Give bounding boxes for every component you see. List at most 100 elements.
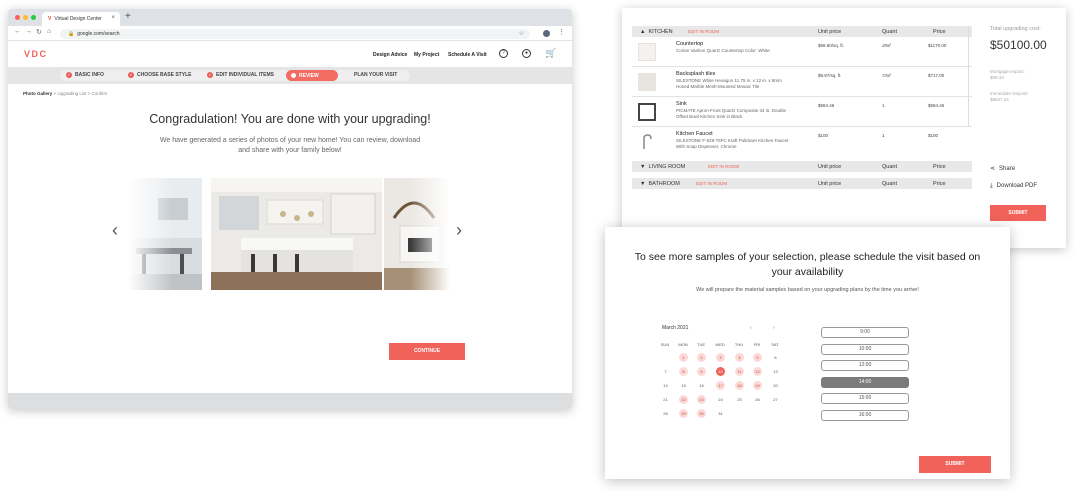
new-tab-button[interactable]: + bbox=[125, 12, 131, 22]
bookmark-star-icon[interactable]: ☆ bbox=[519, 30, 524, 37]
calendar-next-icon[interactable]: › bbox=[773, 325, 775, 331]
weekday-label: SUN bbox=[660, 342, 670, 347]
calendar-day[interactable]: 24 bbox=[716, 395, 725, 404]
vdc-logo[interactable]: VDC bbox=[24, 49, 48, 59]
tab-close-icon[interactable]: × bbox=[111, 15, 115, 21]
calendar-day[interactable]: 9 bbox=[697, 367, 706, 376]
user-icon[interactable]: ● bbox=[522, 49, 531, 58]
close-window-icon[interactable] bbox=[15, 15, 20, 20]
calendar-day[interactable]: 15 bbox=[679, 381, 688, 390]
item-thumbnail bbox=[638, 43, 656, 61]
browser-tab[interactable]: V Virtual Design Center × bbox=[42, 12, 120, 26]
calendar-day[interactable]: 22 bbox=[679, 395, 688, 404]
item-price: $717.00 bbox=[928, 73, 945, 78]
step-edit-items[interactable]: ✓ EDIT INDIVIDUAL ITEMS bbox=[207, 72, 274, 78]
edit-in-room-link[interactable]: EDIT IN ROOM bbox=[708, 164, 739, 169]
calendar-day[interactable]: 4 bbox=[735, 353, 744, 362]
cart-icon[interactable]: 🛒 bbox=[545, 48, 556, 59]
step-base-style[interactable]: ✓ CHOOSE BASE STYLE bbox=[128, 72, 191, 78]
time-slot[interactable]: 12:00 bbox=[821, 360, 909, 371]
maximize-window-icon[interactable] bbox=[31, 15, 36, 20]
download-pdf-action[interactable]: ⤓ Download PDF bbox=[990, 183, 1037, 190]
breadcrumb-photo-gallery[interactable]: Photo Gallery bbox=[23, 91, 52, 96]
check-icon: ✓ bbox=[66, 72, 72, 78]
collapse-icon[interactable]: ▲ bbox=[640, 29, 645, 35]
calendar-day[interactable]: 18 bbox=[735, 381, 744, 390]
edit-in-room-link[interactable]: EDIT IN ROOM bbox=[696, 181, 727, 186]
browser-menu-icon[interactable]: ⋮ bbox=[558, 28, 565, 36]
current-step-icon bbox=[291, 73, 296, 78]
gallery-prev-icon[interactable]: ‹ bbox=[112, 221, 118, 239]
calendar-day[interactable]: 6 bbox=[771, 353, 780, 362]
download-icon: ⤓ bbox=[990, 183, 993, 189]
calendar-day[interactable]: 5 bbox=[753, 353, 762, 362]
calendar-day[interactable]: 23 bbox=[697, 395, 706, 404]
section-bathroom[interactable]: ▼ BATHROOM EDIT IN ROOM Unit price Quant… bbox=[632, 178, 972, 189]
help-icon[interactable]: ? bbox=[499, 49, 508, 58]
calendar-day[interactable]: 25 bbox=[735, 395, 744, 404]
calendar-day[interactable]: 3 bbox=[716, 353, 725, 362]
back-icon[interactable]: ← bbox=[14, 28, 21, 35]
step-review[interactable]: REVIEW bbox=[286, 70, 338, 81]
time-slot[interactable]: 14:00 bbox=[821, 376, 909, 388]
cart-item-backsplash[interactable]: Backsplash tiles SILESTONE White Hexagon… bbox=[632, 68, 972, 97]
expand-icon[interactable]: ▼ bbox=[640, 181, 645, 187]
calendar-prev-icon[interactable]: ‹ bbox=[750, 325, 752, 331]
step-plan-visit[interactable]: PLAN YOUR VISIT bbox=[354, 72, 397, 78]
calendar-day[interactable]: 26 bbox=[753, 395, 762, 404]
time-slot[interactable]: 10:00 bbox=[821, 343, 909, 355]
calendar-day[interactable]: 16 bbox=[697, 381, 706, 390]
forward-icon[interactable]: → bbox=[25, 28, 32, 35]
address-bar[interactable]: 🔒 google.com/search ☆ bbox=[60, 29, 530, 39]
calendar-day[interactable]: 30 bbox=[697, 409, 706, 418]
calendar-day[interactable]: 14 bbox=[661, 381, 670, 390]
home-icon[interactable]: ⌂ bbox=[47, 28, 51, 35]
calendar-day[interactable]: 1 bbox=[679, 353, 688, 362]
continue-button[interactable]: CONTINUE bbox=[389, 343, 465, 360]
cart-item-sink[interactable]: Sink PICMATE Apron-Front Quartz Composit… bbox=[632, 98, 972, 127]
step-label: BASIC INFO bbox=[75, 72, 104, 78]
step-basic-info[interactable]: ✓ BASIC INFO bbox=[66, 72, 104, 78]
submit-upgrade-button[interactable]: SUBMIT bbox=[990, 205, 1046, 221]
calendar-day[interactable]: 20 bbox=[771, 381, 780, 390]
nav-my-project[interactable]: My Project bbox=[414, 52, 439, 58]
gallery-photo-living[interactable] bbox=[384, 178, 450, 290]
calendar-day[interactable]: 19 bbox=[753, 381, 762, 390]
calendar-day[interactable]: 31 bbox=[716, 409, 725, 418]
calendar-day[interactable]: 8 bbox=[679, 367, 688, 376]
calendar-day[interactable]: 7 bbox=[661, 367, 670, 376]
share-action[interactable]: ⋖ Share bbox=[990, 165, 1015, 172]
calendar-day[interactable]: 17 bbox=[716, 381, 725, 390]
section-kitchen[interactable]: ▲ KITCHEN EDIT IN ROOM Unit price Quant … bbox=[632, 26, 972, 37]
profile-avatar[interactable] bbox=[543, 30, 550, 37]
item-thumbnail bbox=[638, 103, 656, 121]
time-slot[interactable]: 15:00 bbox=[821, 393, 909, 404]
edit-in-room-link[interactable]: EDIT IN ROOM bbox=[688, 29, 719, 34]
gallery-next-icon[interactable]: › bbox=[456, 221, 462, 239]
submit-schedule-button[interactable]: SUBMIT bbox=[919, 456, 991, 473]
calendar-day[interactable]: 12 bbox=[753, 367, 762, 376]
calendar-day[interactable]: 10 bbox=[716, 367, 725, 376]
breadcrumb-rest[interactable]: > Upgrading List > Confirm bbox=[54, 91, 108, 96]
calendar-day[interactable]: 28 bbox=[661, 409, 670, 418]
expand-icon[interactable]: ▼ bbox=[640, 164, 645, 170]
gallery-photo-dining[interactable] bbox=[128, 178, 202, 290]
nav-schedule-visit[interactable]: Schedule A Visit bbox=[448, 52, 487, 58]
nav-design-advice[interactable]: Design Advice bbox=[373, 52, 407, 58]
total-value: $50100.00 bbox=[990, 38, 1047, 52]
cart-item-faucet[interactable]: Kitchen Faucet SILESTONE F-529-76FC Kraf… bbox=[632, 128, 972, 157]
time-slot[interactable]: 9:00 bbox=[821, 327, 909, 338]
calendar-day[interactable]: 11 bbox=[735, 367, 744, 376]
cart-item-countertop[interactable]: Countertop Corian Vashon Quartz Countert… bbox=[632, 38, 972, 67]
minimize-window-icon[interactable] bbox=[23, 15, 28, 20]
reload-icon[interactable]: ↻ bbox=[36, 28, 42, 36]
time-slot[interactable]: 16:00 bbox=[821, 409, 909, 421]
calendar-day[interactable]: 21 bbox=[661, 395, 670, 404]
calendar-day[interactable]: 2 bbox=[697, 353, 706, 362]
calendar-day[interactable]: 29 bbox=[679, 409, 688, 418]
calendar-day[interactable]: 13 bbox=[771, 367, 780, 376]
calendar-day[interactable]: 27 bbox=[771, 395, 780, 404]
gallery-photo-kitchen[interactable] bbox=[211, 178, 382, 290]
page-subtitle: We have generated a series of photos of … bbox=[159, 137, 421, 154]
section-living-room[interactable]: ▼ LIVING ROOM EDIT IN ROOM Unit price Qu… bbox=[632, 161, 972, 172]
